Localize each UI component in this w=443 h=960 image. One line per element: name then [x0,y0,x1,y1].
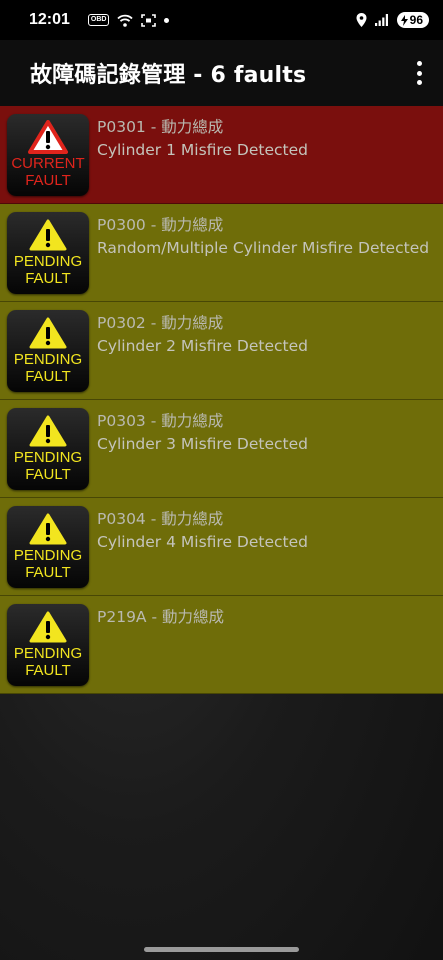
fault-row[interactable]: PENDING FAULT P219A - 動力總成 [0,596,443,694]
signal-icon [374,14,388,26]
obd-icon: OBD [87,14,110,26]
badge-label-line2: FAULT [25,270,71,287]
fault-code: P0302 - 動力總成 [97,314,224,332]
status-bar: 12:01 OBD 96 [0,0,443,40]
badge-label-line2: FAULT [25,466,71,483]
fault-description: Random/Multiple Cylinder Misfire Detecte… [97,239,430,257]
page-title: 故障碼記錄管理 - 6 faults [30,63,307,88]
fault-code: P0303 - 動力總成 [97,412,224,430]
pending-fault-badge: PENDING FAULT [7,506,89,588]
fault-row[interactable]: PENDING FAULT P0303 - 動力總成 Cylinder 3 Mi… [0,400,443,498]
badge-label-line2: FAULT [25,662,71,679]
fault-code: P0300 - 動力總成 [97,216,224,234]
fault-row[interactable]: CURRENT FAULT P0301 - 動力總成 Cylinder 1 Mi… [0,106,443,204]
pending-fault-badge: PENDING FAULT [7,604,89,686]
fault-description: Cylinder 1 Misfire Detected [97,141,308,159]
more-vert-icon[interactable] [413,61,425,85]
warning-icon [29,513,67,545]
warning-icon [29,317,67,349]
home-indicator[interactable] [144,947,299,952]
location-icon [356,13,367,27]
fault-description: Cylinder 4 Misfire Detected [97,533,308,551]
warning-icon [29,219,67,251]
pending-fault-badge: PENDING FAULT [7,310,89,392]
fault-list: CURRENT FAULT P0301 - 動力總成 Cylinder 1 Mi… [0,106,443,694]
fault-row[interactable]: PENDING FAULT P0304 - 動力總成 Cylinder 4 Mi… [0,498,443,596]
badge-label-line1: PENDING [13,547,83,564]
badge-label-line1: CURRENT [11,155,85,172]
warning-icon [28,120,68,154]
fault-row[interactable]: PENDING FAULT P0302 - 動力總成 Cylinder 2 Mi… [0,302,443,400]
charging-bolt-icon [400,14,408,26]
battery-icon: 96 [396,12,429,28]
screenshot-icon [141,13,157,27]
battery-level: 96 [409,13,423,27]
badge-label-line2: FAULT [25,172,71,189]
badge-label-line1: PENDING [13,645,83,662]
badge-label-line1: PENDING [13,449,83,466]
current-fault-badge: CURRENT FAULT [7,114,89,196]
fault-description: Cylinder 2 Misfire Detected [97,337,308,355]
wifi-icon [117,14,134,27]
fault-code: P0301 - 動力總成 [97,118,224,136]
fault-code: P0304 - 動力總成 [97,510,224,528]
fault-code: P219A - 動力總成 [97,608,224,626]
status-time: 12:01 [29,11,70,28]
badge-label-line2: FAULT [25,368,71,385]
pending-fault-badge: PENDING FAULT [7,212,89,294]
fault-row[interactable]: PENDING FAULT P0300 - 動力總成 Random/Multip… [0,204,443,302]
fault-description: Cylinder 3 Misfire Detected [97,435,308,453]
warning-icon [29,415,67,447]
badge-label-line1: PENDING [13,351,83,368]
warning-icon [29,611,67,643]
badge-label-line1: PENDING [13,253,83,270]
app-bar: 故障碼記錄管理 - 6 faults [0,40,443,106]
screen: 12:01 OBD 96 故障碼記錄管理 - 6 faults CURRENT … [0,0,443,960]
pending-fault-badge: PENDING FAULT [7,408,89,490]
badge-label-line2: FAULT [25,564,71,581]
dot-icon [164,17,170,23]
